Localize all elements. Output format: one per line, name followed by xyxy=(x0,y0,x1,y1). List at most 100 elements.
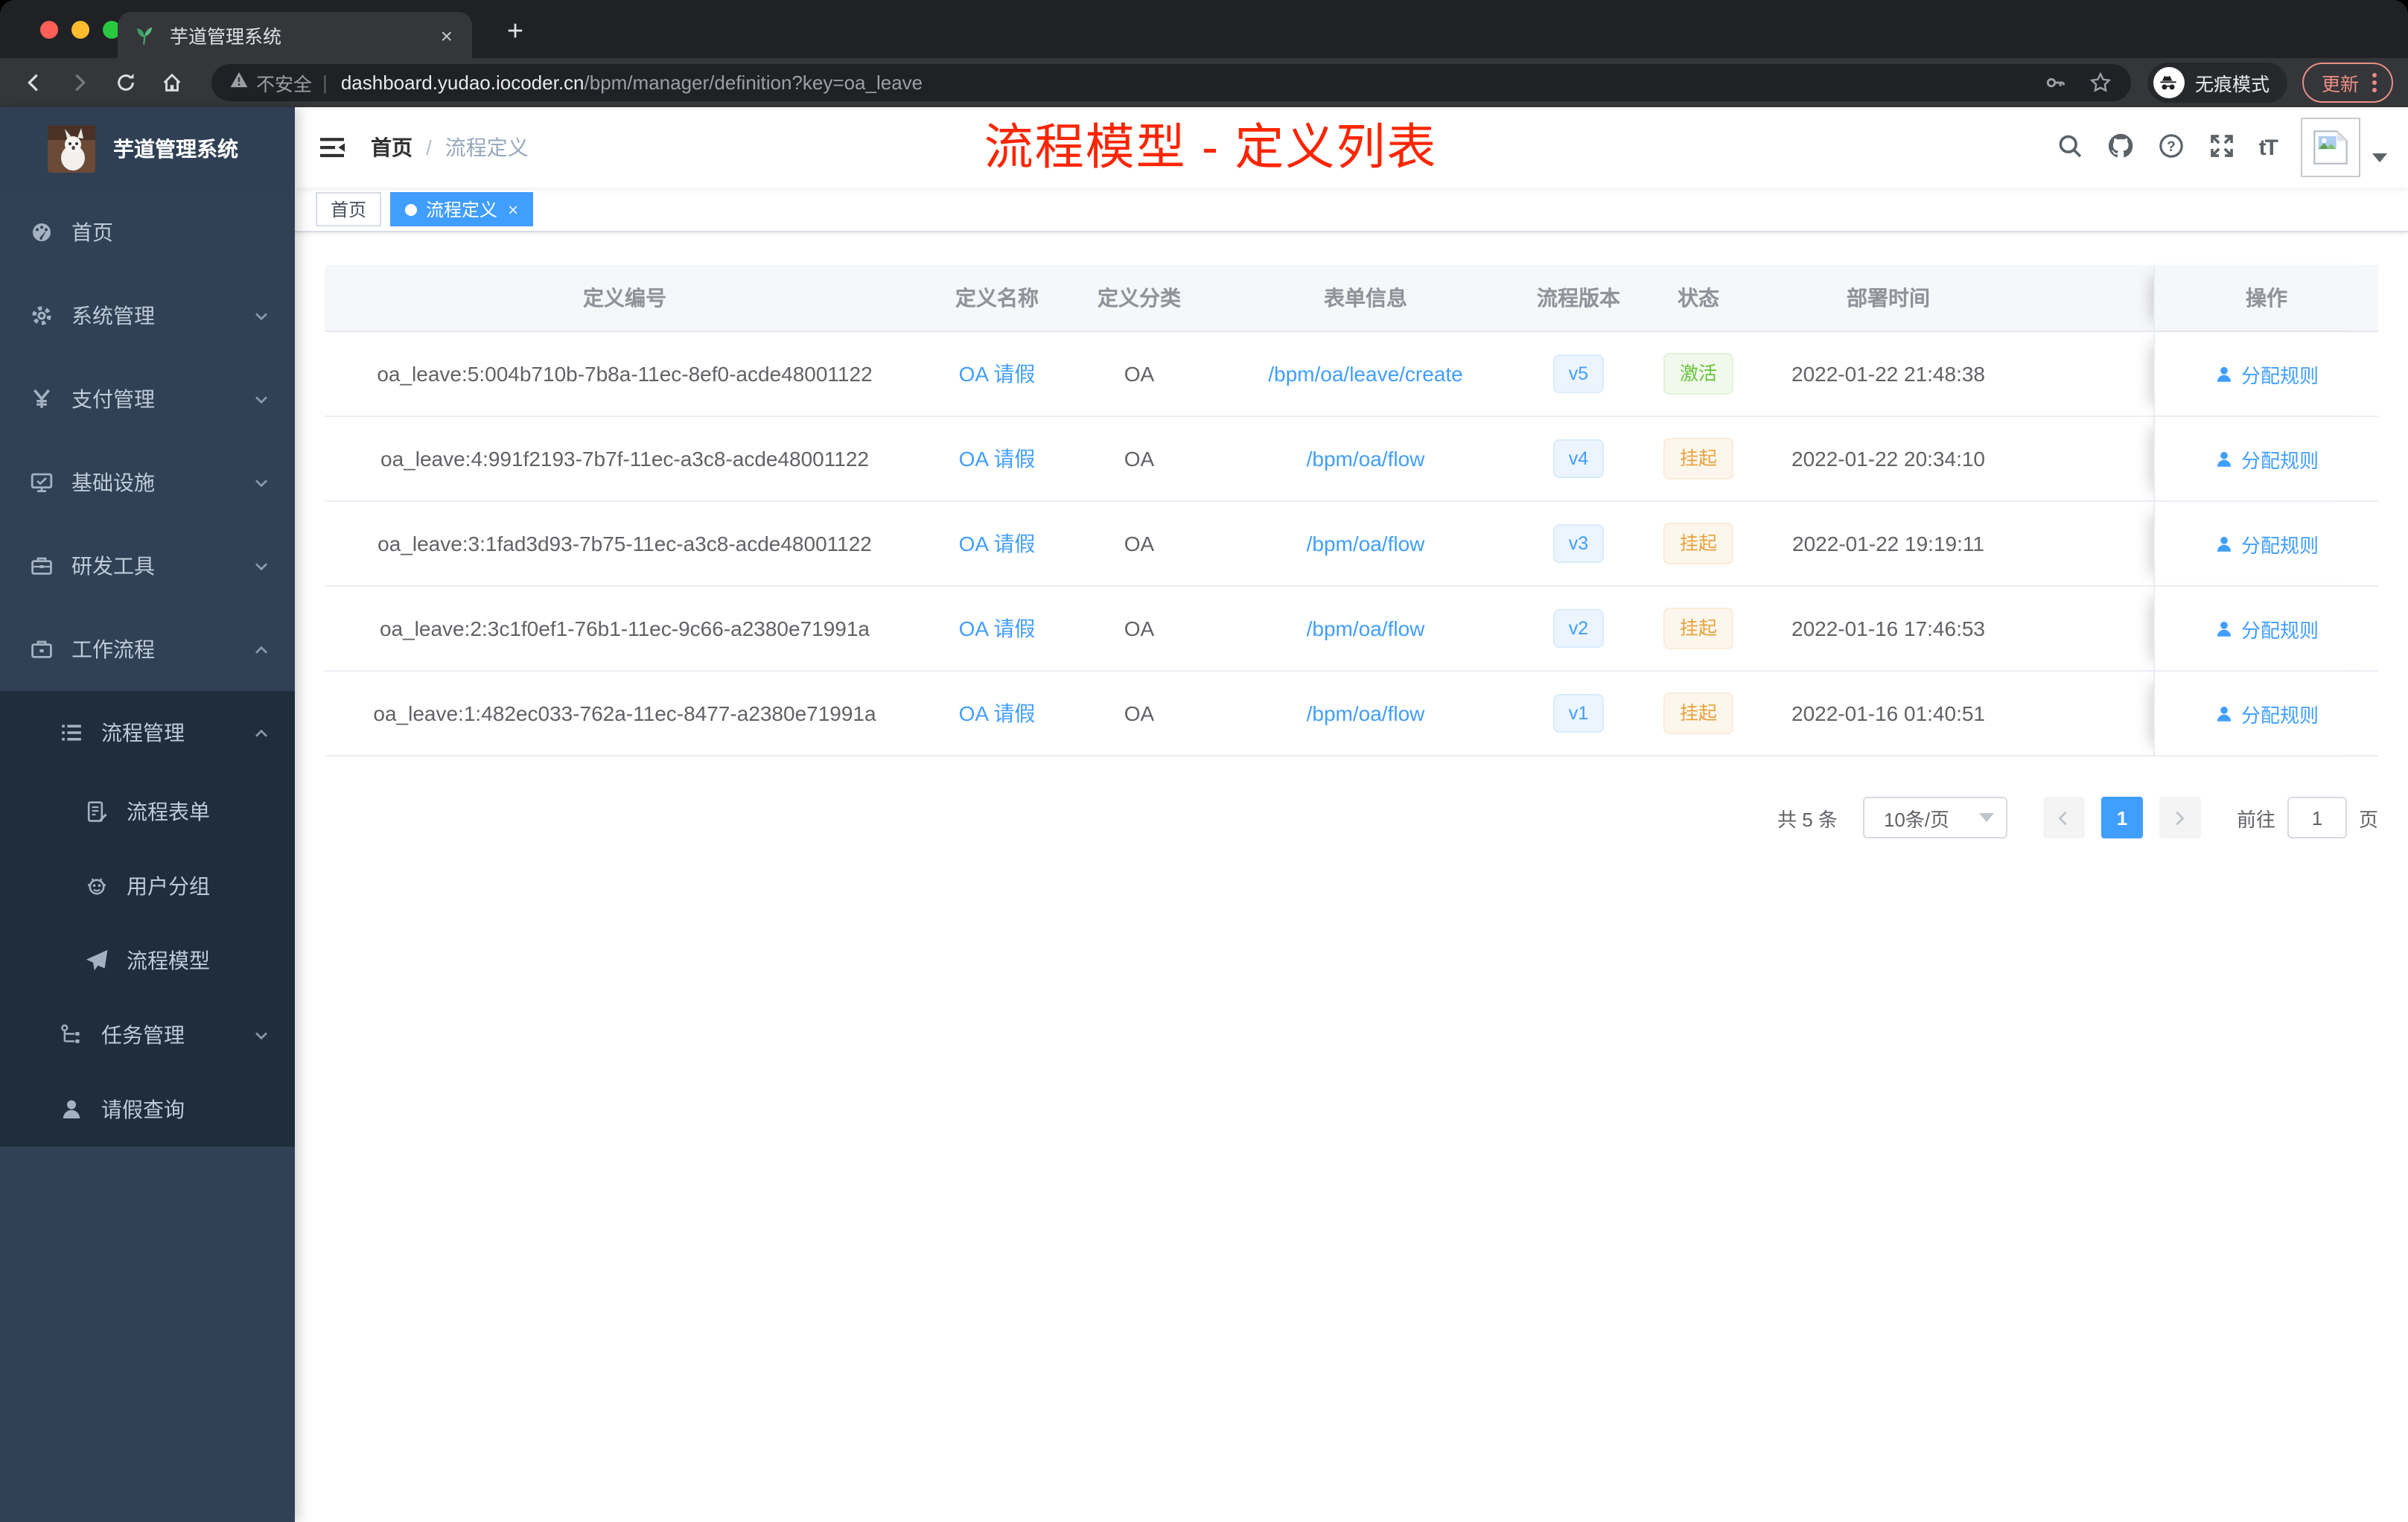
home-icon[interactable] xyxy=(153,65,189,101)
filler-cell xyxy=(2015,672,2153,757)
app-title: 芋道管理系统 xyxy=(113,137,238,161)
font-size-icon[interactable]: tT xyxy=(2259,135,2278,160)
bookmark-star-icon[interactable] xyxy=(2089,71,2113,95)
goto-label: 前往 xyxy=(2236,808,2275,830)
definition-name-link[interactable]: OA 请假 xyxy=(959,532,1036,555)
assign-rule-link[interactable]: 分配规则 xyxy=(2214,445,2319,473)
tag-close-icon[interactable]: × xyxy=(508,199,518,220)
password-key-icon[interactable] xyxy=(2045,71,2068,95)
form-info-link[interactable]: /bpm/oa/flow xyxy=(1307,701,1425,725)
definition-name-link[interactable]: OA 请假 xyxy=(959,701,1036,725)
page-number-button[interactable]: 1 xyxy=(2100,797,2143,838)
user-icon xyxy=(2214,704,2234,723)
breadcrumb-home[interactable]: 首页 xyxy=(371,133,413,162)
incognito-icon xyxy=(2153,67,2185,98)
sidebar-item-send[interactable]: 流程模型 xyxy=(0,923,295,998)
app-logo-image xyxy=(48,125,95,173)
form-info-link[interactable]: /bpm/oa/flow xyxy=(1307,532,1425,555)
user-icon xyxy=(2214,619,2234,638)
collapse-sidebar-icon[interactable] xyxy=(317,133,347,162)
site-favicon-icon xyxy=(133,23,156,47)
browser-tab[interactable]: 芋道管理系统 × xyxy=(118,12,472,58)
sidebar-item-list[interactable]: 流程管理 xyxy=(0,691,295,774)
definition-name-link[interactable]: OA 请假 xyxy=(959,362,1036,386)
sidebar-item-dashboard[interactable]: 首页 xyxy=(0,191,295,274)
address-bar[interactable]: 不安全 | dashboard.yudao.iocoder.cn/bpm/man… xyxy=(211,64,2131,101)
sidebar-item-briefcase[interactable]: 工作流程 xyxy=(0,608,295,691)
definition-id-cell: oa_leave:1:482ec033-762a-11ec-8477-a2380… xyxy=(325,672,925,757)
assign-rule-link[interactable]: 分配规则 xyxy=(2214,614,2319,643)
tree-icon xyxy=(60,1023,83,1047)
active-dot xyxy=(405,203,418,215)
goto-page-input[interactable] xyxy=(2287,797,2347,838)
page-size-value: 10条/页 xyxy=(1883,808,1950,830)
assign-rule-link[interactable]: 分配规则 xyxy=(2214,529,2319,558)
form-icon xyxy=(85,800,109,824)
deploy-time-cell: 2022-01-16 01:40:51 xyxy=(1762,672,2015,757)
form-info-link[interactable]: /bpm/oa/flow xyxy=(1307,447,1425,471)
sidebar-item-monitor[interactable]: 基础设施 xyxy=(0,441,295,524)
chevron-icon xyxy=(253,391,270,407)
column-header: 定义名称 xyxy=(925,265,1069,332)
minimize-window-button[interactable] xyxy=(71,21,89,39)
tab-close-icon[interactable]: × xyxy=(436,23,457,47)
window-controls[interactable] xyxy=(40,21,121,39)
sidebar-item-user[interactable]: 请假查询 xyxy=(0,1072,295,1147)
sidebar-item-tree[interactable]: 任务管理 xyxy=(0,998,295,1072)
forward-icon[interactable] xyxy=(61,65,97,101)
table-row: oa_leave:5:004b710b-7b8a-11ec-8ef0-acde4… xyxy=(325,332,2378,417)
fullscreen-icon[interactable] xyxy=(2208,133,2238,162)
new-tab-button[interactable]: + xyxy=(494,12,536,54)
yen-icon xyxy=(30,387,54,411)
sidebar-item-yen[interactable]: 支付管理 xyxy=(0,357,295,441)
status-badge: 挂起 xyxy=(1663,607,1733,650)
form-info-link[interactable]: /bpm/oa/flow xyxy=(1307,617,1425,640)
next-page-button[interactable] xyxy=(2159,797,2201,838)
security-label[interactable]: 不安全 xyxy=(256,69,312,97)
filler-cell xyxy=(2015,417,2153,502)
sidebar-item-form[interactable]: 流程表单 xyxy=(0,774,295,849)
github-icon[interactable] xyxy=(2107,133,2137,162)
breadcrumb-current: 流程定义 xyxy=(445,136,529,159)
monitor-icon xyxy=(30,471,54,494)
avatar[interactable] xyxy=(2301,118,2360,177)
definition-name-link[interactable]: OA 请假 xyxy=(959,617,1036,640)
sidebar: 芋道管理系统 首页 系统管理 支付管理 基础设施 研发工具 工作流程 流程管理 … xyxy=(0,107,295,1522)
sidebar-menu: 首页 系统管理 支付管理 基础设施 研发工具 工作流程 流程管理 流程表单 用户… xyxy=(0,191,295,1147)
prev-page-button[interactable] xyxy=(2042,797,2085,838)
help-icon[interactable]: ? xyxy=(2158,133,2188,162)
sidebar-item-gear[interactable]: 系统管理 xyxy=(0,274,295,357)
app-logo-row[interactable]: 芋道管理系统 xyxy=(0,107,295,191)
assign-rule-link[interactable]: 分配规则 xyxy=(2214,360,2319,388)
tag-item[interactable]: 首页 xyxy=(316,192,382,226)
search-icon[interactable] xyxy=(2057,133,2086,162)
chevron-icon xyxy=(253,474,270,491)
pagination: 共 5 条 10条/页 1 前往 页 xyxy=(325,797,2378,838)
tag-item[interactable]: 流程定义 × xyxy=(390,192,534,226)
breadcrumb: 首页 / 流程定义 xyxy=(371,133,529,162)
table-row: oa_leave:2:3c1f0ef1-76b1-11ec-9c66-a2380… xyxy=(325,587,2378,672)
browser-tabstrip: 芋道管理系统 × + xyxy=(0,0,2408,58)
table-body: oa_leave:5:004b710b-7b8a-11ec-8ef0-acde4… xyxy=(325,332,2378,757)
app-navbar: 首页 / 流程定义 流程模型 - 定义列表 ? tT xyxy=(295,107,2408,188)
sidebar-item-users[interactable]: 用户分组 xyxy=(0,849,295,923)
user-icon xyxy=(2214,534,2234,553)
gear-icon xyxy=(30,304,54,328)
close-window-button[interactable] xyxy=(40,21,58,39)
sidebar-item-toolbox[interactable]: 研发工具 xyxy=(0,524,295,608)
definition-category-cell: OA xyxy=(1069,587,1209,672)
not-secure-warning-icon[interactable] xyxy=(229,69,249,96)
form-info-link[interactable]: /bpm/oa/leave/create xyxy=(1268,362,1463,386)
reload-icon[interactable] xyxy=(107,65,143,101)
status-badge: 挂起 xyxy=(1663,692,1733,735)
chevron-icon xyxy=(253,558,270,574)
back-icon[interactable] xyxy=(15,65,51,101)
avatar-dropdown-icon[interactable] xyxy=(2372,153,2387,162)
page-size-select[interactable]: 10条/页 xyxy=(1862,797,2007,838)
browser-menu-icon[interactable] xyxy=(2369,73,2380,92)
definition-name-link[interactable]: OA 请假 xyxy=(959,447,1036,471)
assign-rule-link[interactable]: 分配规则 xyxy=(2214,699,2319,727)
chevron-icon xyxy=(253,308,270,324)
chrome-update-button[interactable]: 更新 xyxy=(2302,63,2393,103)
column-header: 操作 xyxy=(2153,265,2378,332)
